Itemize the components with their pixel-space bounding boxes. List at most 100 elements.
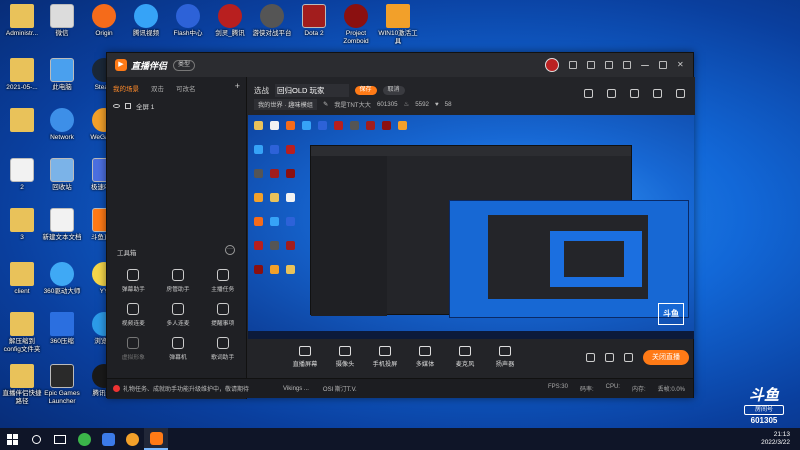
visibility-icon[interactable] <box>605 352 614 362</box>
tool-label: 提醒事项 <box>211 321 235 327</box>
toolbox-more-button[interactable]: ··· <box>225 245 235 255</box>
source-button[interactable]: 多媒体 <box>408 346 442 368</box>
desktop-icon[interactable] <box>2 108 42 134</box>
preview-mini-icon <box>366 121 375 130</box>
search-button[interactable] <box>24 428 48 450</box>
desktop-app-icon <box>10 58 34 82</box>
desktop-icon-label: 3 <box>20 234 24 241</box>
go-live-button[interactable]: 关闭直播 <box>643 349 689 365</box>
desktop-icon[interactable]: Project Zomboid <box>336 4 376 46</box>
desktop-icon[interactable]: Network <box>42 108 82 142</box>
desktop-icon[interactable]: 新建文本文档 <box>42 208 82 242</box>
lock-icon[interactable] <box>584 89 593 98</box>
save-button[interactable]: 保存 <box>354 86 377 95</box>
stream-preview[interactable]: 斗鱼 <box>248 115 694 339</box>
preview-nested-window-level3 <box>550 231 642 287</box>
record-icon[interactable] <box>586 352 595 362</box>
tool-icon <box>171 269 184 281</box>
desktop-icon[interactable]: 360驱动大师 <box>42 262 82 296</box>
menu-icon[interactable] <box>623 61 631 69</box>
tool-item[interactable]: 虚拟形象 <box>111 337 156 361</box>
source-button[interactable]: 手机投屏 <box>368 346 402 368</box>
desktop-icon[interactable]: 腾讯视频 <box>126 4 166 38</box>
category-selector[interactable]: 我的世界 · 趣味模组 <box>254 99 317 110</box>
desktop-app-icon <box>50 364 74 388</box>
room-title-input[interactable]: 回归OLD 玩家 <box>275 84 349 97</box>
cancel-button[interactable]: 取消 <box>382 86 405 95</box>
user-avatar[interactable] <box>545 58 559 72</box>
eye-icon[interactable] <box>113 104 120 108</box>
desktop-icon[interactable]: Flash中心 <box>168 4 208 38</box>
tool-label: 多人连麦 <box>166 321 190 327</box>
desktop-icon[interactable]: 剑灵_腾讯 <box>210 4 250 38</box>
tool-item[interactable]: 弹幕助手 <box>111 269 156 293</box>
tool-item[interactable]: 多人连麦 <box>156 303 201 327</box>
desktop-icon[interactable]: Administr... <box>2 4 42 38</box>
desktop-app-icon <box>50 262 74 286</box>
settings-icon[interactable] <box>605 61 613 69</box>
desktop-icon[interactable]: Origin <box>84 4 124 38</box>
start-button[interactable] <box>0 428 24 450</box>
desktop-icon[interactable]: Dota 2 <box>294 4 334 38</box>
desktop-app-icon <box>260 4 284 28</box>
tool-item[interactable]: 歌词助手 <box>200 337 245 361</box>
desktop-icon[interactable]: 3 <box>2 208 42 242</box>
tab-double-click[interactable]: 双击 <box>151 83 164 93</box>
share-icon[interactable] <box>676 89 685 98</box>
taskbar-app-360[interactable] <box>72 428 96 450</box>
desktop-icon[interactable]: 微信 <box>42 4 82 38</box>
gear-icon[interactable] <box>624 352 633 362</box>
maximize-icon[interactable] <box>659 61 667 69</box>
live-controls: 关闭直播 <box>586 349 689 365</box>
desktop-app-icon <box>92 4 116 28</box>
system-clock[interactable]: 21:13 2022/3/22 <box>761 431 790 447</box>
tool-item[interactable]: 主播任务 <box>200 269 245 293</box>
app-logo: ▶ 直播伴侣 类型 <box>115 59 196 72</box>
scene-item[interactable]: 全屏 1 <box>107 93 246 111</box>
taskbar-app-live-companion[interactable] <box>144 428 168 450</box>
edit-icon[interactable]: ✎ <box>323 101 328 108</box>
desktop-app-icon <box>50 312 74 336</box>
desktop-icon[interactable]: Epic Games Launcher <box>42 364 82 406</box>
desktop-icon-label: client <box>14 288 30 295</box>
preview-mini-icon <box>254 265 263 274</box>
desktop-icon[interactable]: 回收站 <box>42 158 82 192</box>
desktop-icon[interactable]: 游侠对战平台 <box>252 4 292 38</box>
tool-item[interactable]: 房管助手 <box>156 269 201 293</box>
tab-my-scenes[interactable]: 我的场景 <box>113 83 139 93</box>
bell-icon[interactable] <box>653 89 662 98</box>
close-icon[interactable]: ✕ <box>677 61 685 69</box>
task-view-button[interactable] <box>48 428 72 450</box>
tool-item[interactable]: 弹幕机 <box>156 337 201 361</box>
notice-text: 礼物任务、成就助手功能升级维护中，敬请期待 <box>123 387 250 393</box>
tab-rename[interactable]: 可改名 <box>176 83 196 93</box>
message-icon[interactable] <box>569 61 577 69</box>
tool-item[interactable]: 视频连麦 <box>111 303 156 327</box>
minimize-icon[interactable] <box>641 64 649 66</box>
desktop-icon[interactable]: client <box>2 262 42 296</box>
desktop-icon[interactable]: 此电脑 <box>42 58 82 92</box>
gift-icon[interactable] <box>607 89 616 98</box>
screenshot-icon[interactable] <box>630 89 639 98</box>
desktop-icon[interactable]: 2021-05-... <box>2 58 42 92</box>
desktop-icon[interactable]: WIN10激活工具 <box>378 4 418 46</box>
preview-taskbar <box>248 331 694 339</box>
source-button[interactable]: 直播屏幕 <box>288 346 322 368</box>
desktop-icon[interactable]: 360压缩 <box>42 312 82 346</box>
preview-mini-icon <box>254 217 263 226</box>
desktop-icon[interactable]: 解压缩到config文件夹 <box>2 312 42 354</box>
preview-mini-icon <box>270 217 279 226</box>
skin-icon[interactable] <box>587 61 595 69</box>
source-button[interactable]: 扬声器 <box>488 346 522 368</box>
source-button[interactable]: 麦克风 <box>448 346 482 368</box>
add-scene-button[interactable]: + <box>235 82 240 93</box>
taskbar-app-bird[interactable] <box>96 428 120 450</box>
tool-item[interactable]: 提醒事项 <box>200 303 245 327</box>
scene-name: 全屏 1 <box>136 104 155 111</box>
desktop-icon[interactable]: 直播伴侣快捷路径 <box>2 364 42 406</box>
desktop-icon[interactable]: 2 <box>2 158 42 192</box>
type-pill[interactable]: 类型 <box>173 59 196 71</box>
preview-mini-icon <box>350 121 359 130</box>
taskbar-app-browser[interactable] <box>120 428 144 450</box>
source-button[interactable]: 摄像头 <box>328 346 362 368</box>
